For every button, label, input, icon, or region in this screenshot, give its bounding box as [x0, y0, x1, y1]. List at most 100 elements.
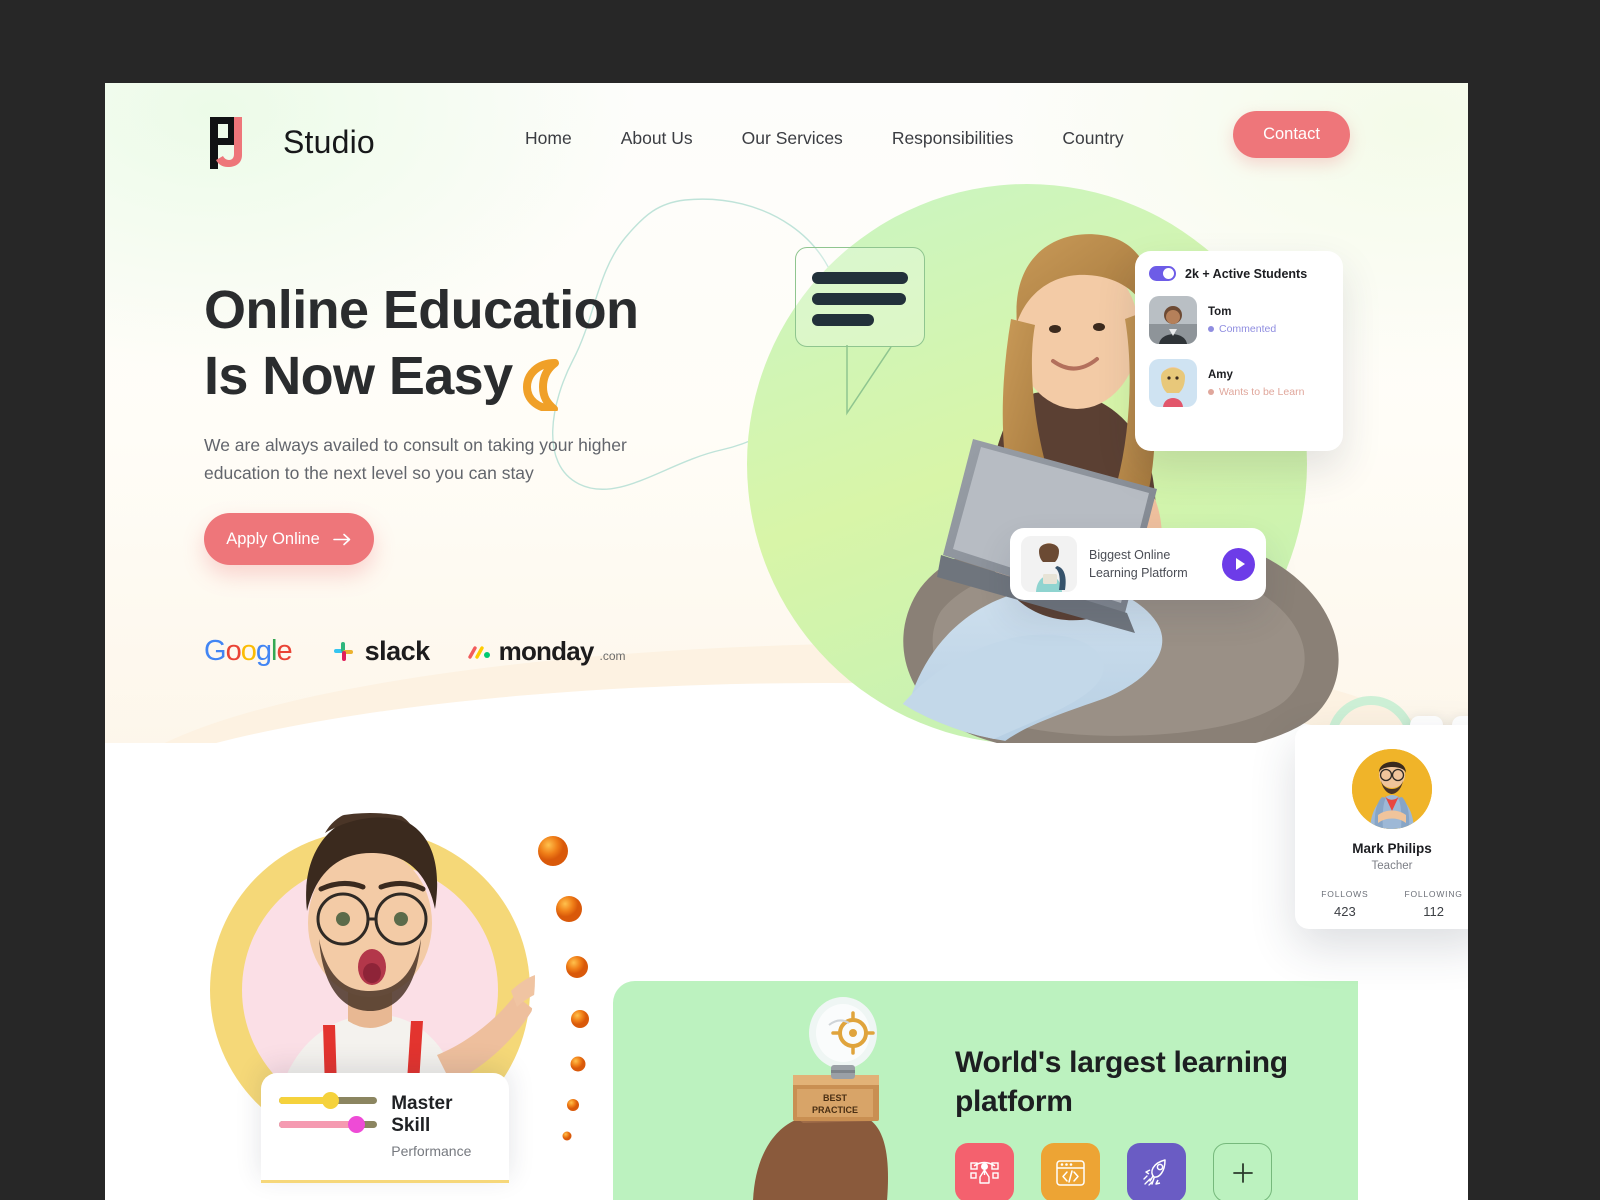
- platform-line-1: Biggest Online: [1089, 547, 1171, 562]
- skill-slider-2[interactable]: [279, 1116, 378, 1133]
- chat-bar-2: [812, 293, 906, 305]
- status-dot-icon: [1208, 325, 1214, 332]
- rocket-icon: [1127, 1143, 1186, 1200]
- master-skill-subtitle: Performance: [391, 1143, 472, 1159]
- student-meta-amy: Amy Wants to be Learn: [1208, 369, 1304, 398]
- master-skill-text: Master Skill Performance: [391, 1093, 491, 1159]
- nav-item-responsibilities[interactable]: Responsibilities: [892, 128, 1014, 149]
- master-skill-card: Master Skill Performance: [261, 1073, 509, 1183]
- landing-page: Studio Home About Us Our Services Respon…: [105, 83, 1468, 1200]
- student-name: Amy: [1208, 368, 1233, 381]
- contact-button[interactable]: Contact: [1233, 111, 1350, 158]
- top-navigation: Studio Home About Us Our Services Respon…: [105, 83, 1468, 193]
- stat-value: 423: [1334, 904, 1356, 919]
- teacher-stat-following: FOLLOWING 112: [1404, 889, 1462, 919]
- hero-headline: Online Education Is Now Easy: [204, 278, 764, 411]
- platform-line-2: Learning Platform: [1089, 566, 1188, 580]
- teacher-stats: FOLLOWS 423 FOLLOWING 112: [1309, 889, 1468, 919]
- chat-bubble-graphic: [795, 247, 925, 347]
- stat-label: FOLLOWS: [1321, 889, 1369, 899]
- svg-text:PRACTICE: PRACTICE: [812, 1105, 858, 1115]
- partner-logos: Google slack monday .com: [204, 635, 626, 668]
- nav-item-our-services[interactable]: Our Services: [742, 128, 843, 149]
- play-button[interactable]: [1222, 547, 1255, 581]
- status-dot-icon: [1208, 388, 1214, 395]
- chat-bar-1: [812, 272, 908, 284]
- slack-logo: slack: [330, 636, 430, 667]
- avatar-amy-image: [1149, 359, 1197, 407]
- skill-tile-input-interaction[interactable]: Input & Interaction: [1041, 1143, 1100, 1200]
- teacher-avatar: [1352, 749, 1432, 829]
- svg-text:BEST: BEST: [823, 1093, 848, 1103]
- monday-icon: [467, 646, 490, 659]
- apply-online-button[interactable]: Apply Online: [204, 513, 374, 565]
- code-window-icon: [1041, 1143, 1100, 1200]
- monday-suffix: .com: [599, 649, 626, 663]
- student-status: Commented: [1208, 323, 1276, 335]
- active-students-toggle[interactable]: [1149, 266, 1176, 281]
- arrow-right-icon: [332, 533, 351, 545]
- stat-value: 112: [1423, 904, 1444, 919]
- pj-monogram-icon: [210, 117, 242, 169]
- student-status-text: Commented: [1219, 322, 1277, 335]
- slider-knob[interactable]: [347, 1116, 365, 1133]
- avatar-tom: [1149, 296, 1197, 344]
- nav-links: Home About Us Our Services Responsibilit…: [525, 83, 1124, 193]
- learning-platform-card: Biggest Online Learning Platform: [1010, 528, 1266, 600]
- student-meta-tom: Tom Commented: [1208, 306, 1276, 335]
- google-logo: Google: [204, 635, 293, 667]
- pen-tool-icon: [955, 1143, 1014, 1200]
- active-students-title: 2k + Active Students: [1185, 266, 1308, 281]
- brand-logo[interactable]: Studio: [204, 111, 375, 173]
- skill-tile-design-ux[interactable]: Design & UX: [955, 1143, 1014, 1200]
- avatar-tom-image: [1149, 296, 1197, 344]
- student-name: Tom: [1208, 305, 1232, 318]
- hero-subtext: We are always availed to consult on taki…: [204, 435, 627, 484]
- active-students-card: 2k + Active Students Tom Commented Amy W…: [1135, 251, 1343, 451]
- master-skill-title: Master Skill: [391, 1093, 453, 1136]
- monday-wordmark: monday: [498, 636, 595, 666]
- skill-tiles: Design & UX Input & Interaction: [955, 1143, 1272, 1200]
- platform-thumbnail: [1021, 536, 1077, 592]
- learning-panel-title: World's largest learning platform: [955, 1046, 1288, 1118]
- chat-bar-3: [812, 314, 874, 326]
- teacher-role: Teacher: [1371, 860, 1413, 872]
- bulb-and-book-photo: BEST PRACTICE: [753, 997, 888, 1200]
- student-status: Wants to be Learn: [1208, 386, 1304, 398]
- slider-knob[interactable]: [322, 1092, 340, 1109]
- chat-bubble-tail: [846, 345, 892, 416]
- plus-icon: [1213, 1143, 1272, 1200]
- skill-sliders: [279, 1092, 378, 1145]
- platform-text: Biggest Online Learning Platform: [1089, 546, 1210, 582]
- hero-headline-line2-row: Is Now Easy: [204, 344, 764, 411]
- hero-headline-line2: Is Now Easy: [204, 345, 513, 406]
- student-row[interactable]: Amy Wants to be Learn: [1149, 359, 1329, 407]
- hero-section: Studio Home About Us Our Services Respon…: [105, 83, 1468, 843]
- student-status-text: Wants to be Learn: [1219, 385, 1305, 398]
- apply-online-label: Apply Online: [226, 529, 320, 548]
- stat-label: FOLLOWING: [1404, 889, 1463, 899]
- skill-tile-add[interactable]: Add: [1213, 1143, 1272, 1200]
- skill-tile-basic-html[interactable]: Basic HTML: [1127, 1143, 1186, 1200]
- slack-wordmark: slack: [364, 636, 431, 666]
- nav-item-home[interactable]: Home: [525, 128, 572, 149]
- avatar-amy: [1149, 359, 1197, 407]
- nav-item-about-us[interactable]: About Us: [621, 128, 693, 149]
- teacher-profile-card: Mark Philips Teacher FOLLOWS 423 FOLLOWI…: [1295, 725, 1468, 929]
- teacher-avatar-image: [1352, 749, 1432, 829]
- skill-slider-1[interactable]: [279, 1092, 378, 1109]
- slider-fill: [279, 1121, 356, 1128]
- brand-name: Studio: [283, 123, 375, 160]
- orange-beads-decoration: [538, 836, 589, 1141]
- slack-icon: [333, 642, 353, 661]
- active-students-header: 2k + Active Students: [1149, 266, 1329, 281]
- student-row[interactable]: Tom Commented: [1149, 296, 1329, 344]
- hero-headline-line1: Online Education: [204, 280, 639, 340]
- platform-thumbnail-image: [1021, 536, 1077, 592]
- crescent-moon-icon: [522, 358, 559, 411]
- teacher-name: Mark Philips: [1352, 841, 1432, 856]
- lower-section: Master Skill Performance BEST PRACTICE W…: [105, 743, 1468, 1200]
- monday-logo: monday .com: [467, 636, 626, 667]
- nav-item-country[interactable]: Country: [1062, 128, 1123, 149]
- teacher-stat-follows: FOLLOWS 423: [1321, 889, 1368, 919]
